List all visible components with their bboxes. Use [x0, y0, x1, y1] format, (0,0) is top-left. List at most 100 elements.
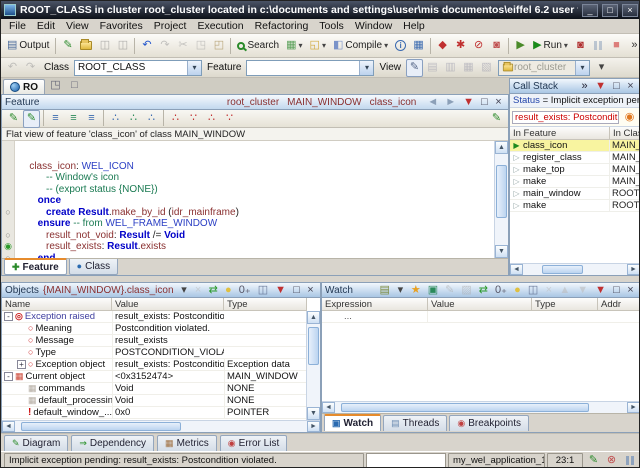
feature-combo-dropdown-icon[interactable]: ▾	[359, 60, 374, 75]
object-tree-row[interactable]: ○ Meaning Postcondition violated.	[2, 323, 306, 335]
tab-watch[interactable]: ▣ Watch	[324, 414, 382, 431]
edit-feature-icon[interactable]: ✎	[23, 109, 40, 128]
tab-threads[interactable]: ▤ Threads	[383, 415, 448, 431]
breakpoint-slot-icon[interactable]: ○	[5, 230, 10, 240]
menu-view[interactable]: View	[61, 19, 94, 33]
scroll-left-arrow[interactable]: ◄	[322, 402, 335, 413]
run-button[interactable]: ▶ Run ▾	[530, 37, 571, 55]
descendants-icon[interactable]: ∵	[185, 110, 202, 128]
tab-dependency[interactable]: ⇒ Dependency	[71, 435, 155, 451]
freeze-icon[interactable]: ✱	[452, 37, 469, 55]
open-file-icon[interactable]	[77, 37, 95, 55]
diagram-tool-icon-dropdown[interactable]: ▾	[299, 41, 303, 50]
close-button[interactable]: ×	[622, 3, 638, 17]
breadcrumb-item[interactable]: MAIN_WINDOW	[287, 97, 361, 108]
melt-icon[interactable]: ◆	[434, 37, 451, 55]
column-header[interactable]: Expression	[322, 298, 428, 310]
toolbar2-overflow-icon[interactable]: ▾	[593, 59, 610, 77]
call-stack-row[interactable]: ▷make_topMAIN_WINDOW	[510, 164, 639, 176]
new-window-icon[interactable]: ◱ ▾	[307, 37, 329, 55]
tab-class[interactable]: ● Class	[68, 259, 119, 275]
scroll-track[interactable]	[495, 154, 508, 245]
scroll-down-arrow[interactable]: ▼	[495, 245, 508, 258]
close-icon[interactable]: ×	[492, 96, 505, 109]
bubble-icon[interactable]: ●	[222, 284, 235, 297]
document-tab-root-class[interactable]: RO	[3, 79, 45, 94]
object-tree-row[interactable]: ! default_window_... 0x0 POINTER	[2, 407, 306, 419]
edit-class-icon[interactable]: ✎	[5, 110, 22, 128]
scroll-track[interactable]	[307, 324, 320, 407]
class-combobox[interactable]: ROOT_CLASS ▾	[74, 59, 203, 76]
implementers-icon[interactable]: ∴	[143, 110, 160, 128]
column-header[interactable]: Value	[112, 298, 224, 310]
object-tree-row[interactable]: - ▦ Current object <0x3152474> MAIN_WINDOW	[2, 371, 306, 383]
column-header[interactable]: Type	[532, 298, 598, 310]
suppliers-icon[interactable]: ∵	[221, 110, 238, 128]
call-stack-row[interactable]: ▷makeMAIN_WINDOW	[510, 176, 639, 188]
scroll-track[interactable]	[15, 421, 307, 432]
tab-error-list[interactable]: ◉ Error List	[219, 435, 288, 451]
callers-icon[interactable]: ∴	[107, 110, 124, 128]
dropdown-icon[interactable]: ▾	[394, 284, 407, 297]
compile-button[interactable]: ◧ Compile ▾	[330, 37, 391, 55]
undo-icon[interactable]: ↶	[138, 37, 155, 55]
refresh-icon[interactable]: ⇄	[476, 284, 491, 297]
maximize-icon[interactable]: □	[290, 284, 303, 297]
close-icon[interactable]: ×	[624, 284, 637, 297]
new-window-icon-dropdown[interactable]: ▾	[322, 41, 326, 50]
maximize-icon[interactable]: □	[478, 96, 491, 109]
column-header[interactable]: Type	[224, 298, 307, 310]
tab-breakpoints[interactable]: ◉ Breakpoints	[449, 415, 530, 431]
close-icon[interactable]: ×	[304, 284, 317, 297]
hex-format-icon[interactable]: 0₊	[492, 284, 510, 297]
breadcrumb-item[interactable]: class_icon	[370, 97, 417, 108]
new-document-icon[interactable]: ✎	[59, 37, 76, 55]
scroll-thumb[interactable]	[496, 164, 507, 218]
save-icon[interactable]: ◫	[525, 284, 541, 297]
bubble-icon[interactable]: ●	[511, 284, 524, 297]
scroll-left-arrow[interactable]: ◄	[510, 264, 523, 275]
menu-tools[interactable]: Tools	[314, 19, 349, 33]
maximize-icon[interactable]: □	[610, 80, 623, 93]
scroll-thumb[interactable]	[308, 327, 319, 365]
scroll-right-arrow[interactable]: ►	[307, 421, 320, 432]
collapse-box-icon[interactable]: -	[4, 312, 13, 321]
float-editor-icon[interactable]: ◳	[47, 76, 64, 94]
breakpoint-gutter[interactable]: ○○◉○	[2, 141, 15, 258]
column-header[interactable]: In Feature	[510, 127, 610, 139]
column-header[interactable]: Value	[428, 298, 532, 310]
edit-expression-icon[interactable]: ▣	[425, 284, 441, 297]
toolbar-overflow-chevron[interactable]: »	[626, 37, 639, 55]
object-tree-row[interactable]: ▦default_processin...VoidNONE	[2, 395, 306, 407]
feature-combobox[interactable]: ▾	[246, 59, 375, 76]
ancestors-icon[interactable]: ∴	[167, 110, 184, 128]
call-stack-row[interactable]: ▶class_iconMAIN_WINDOW	[510, 140, 639, 152]
tab-diagram[interactable]: ✎ Diagram	[4, 435, 69, 451]
code-area[interactable]: class_icon: WEL_ICON -- Window's icon --…	[15, 141, 494, 259]
scroll-left-arrow[interactable]: ◄	[2, 421, 15, 432]
hex-format-icon[interactable]: 0₊	[236, 284, 254, 297]
new-expression-icon[interactable]: ▤	[376, 284, 392, 297]
current-line-marker[interactable]: ◉	[4, 241, 12, 252]
finalize-icon[interactable]: ⊘	[470, 37, 487, 55]
compile-button-dropdown[interactable]: ▾	[384, 41, 388, 50]
diagram-tool-icon[interactable]: ▦ ▾	[283, 37, 305, 55]
scroll-right-arrow[interactable]: ►	[627, 402, 639, 413]
scroll-up-arrow[interactable]: ▲	[495, 141, 508, 154]
scroll-thumb[interactable]	[541, 265, 584, 274]
objects-horizontal-scrollbar[interactable]: ◄ ►	[2, 420, 320, 432]
exception-dialog-icon[interactable]: ◉	[621, 108, 638, 126]
maximize-editor-icon[interactable]: □	[66, 76, 83, 94]
menu-help[interactable]: Help	[398, 19, 430, 33]
run-button-dropdown[interactable]: ▾	[564, 41, 568, 50]
project-settings-icon[interactable]: ▦	[410, 37, 427, 55]
search-button[interactable]: Search	[234, 37, 282, 55]
breakpoint-slot-icon[interactable]: ○	[5, 207, 10, 217]
object-tree-row[interactable]: ▦ commands Void NONE	[2, 383, 306, 395]
watch-horizontal-scrollbar[interactable]: ◄ ►	[322, 401, 639, 413]
scroll-up-arrow[interactable]: ▲	[307, 311, 320, 324]
callees-icon[interactable]: ∴	[125, 110, 142, 128]
watch-row[interactable]: ...	[322, 311, 639, 323]
menu-favorites[interactable]: Favorites	[95, 19, 148, 33]
open-in-editor-icon[interactable]: ✎	[488, 110, 505, 128]
